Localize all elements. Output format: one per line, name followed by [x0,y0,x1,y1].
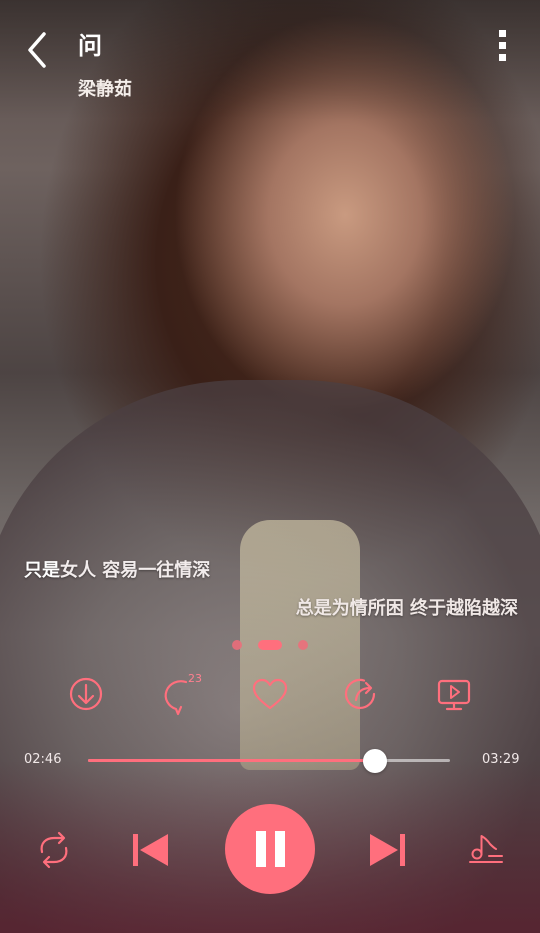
download-icon [69,677,103,711]
page-dot-active[interactable] [258,640,282,650]
more-dot-icon [498,42,506,49]
more-dot-icon [498,30,506,37]
repeat-icon [40,831,68,869]
song-title: 问 [78,31,102,60]
progress-fill [88,759,376,762]
like-button[interactable] [248,672,292,716]
action-bar [0,672,540,722]
page-dot[interactable] [298,640,308,650]
playlist-button[interactable] [464,828,508,876]
artist-name: 梁静茹 [78,79,132,100]
music-player-screen: 问 梁静茹 只是女人 容易一往情深 总是为情所困 终于越陷越深 23 02:46… [0,0,540,933]
next-icon [370,834,405,866]
progress-bar: 02:46 03:29 [0,748,540,774]
elapsed-time: 02:46 [24,752,62,767]
page-dot[interactable] [232,640,242,650]
more-dot-icon [498,54,506,61]
playlist-icon [469,835,503,863]
lyric-highlight: 只是 [24,560,60,581]
total-time: 03:29 [482,752,520,767]
previous-button[interactable] [128,828,172,876]
playback-controls [0,804,540,896]
lyric-current-line: 只是女人 容易一往情深 [24,556,210,582]
pause-icon [275,831,285,867]
share-button[interactable] [340,672,384,716]
previous-icon [133,834,168,866]
mv-button[interactable] [432,672,476,716]
lyric-rest: 女人 容易一往情深 [60,560,211,581]
pause-icon [256,831,266,867]
video-icon [437,679,471,711]
page-indicator [0,640,540,650]
back-button[interactable] [20,28,56,72]
progress-track[interactable] [88,749,450,773]
download-button[interactable] [64,672,108,716]
progress-thumb[interactable] [363,749,388,773]
header: 问 梁静茹 [0,0,540,110]
pause-button[interactable] [225,804,315,894]
back-arrow-icon [28,32,46,68]
heart-icon [252,678,288,710]
next-button[interactable] [366,828,410,876]
share-icon [344,678,376,710]
more-menu-button[interactable] [492,30,512,68]
lyric-next-line: 总是为情所困 终于越陷越深 [295,598,518,619]
comment-count-badge: 23 [188,672,202,685]
repeat-button[interactable] [32,828,76,876]
